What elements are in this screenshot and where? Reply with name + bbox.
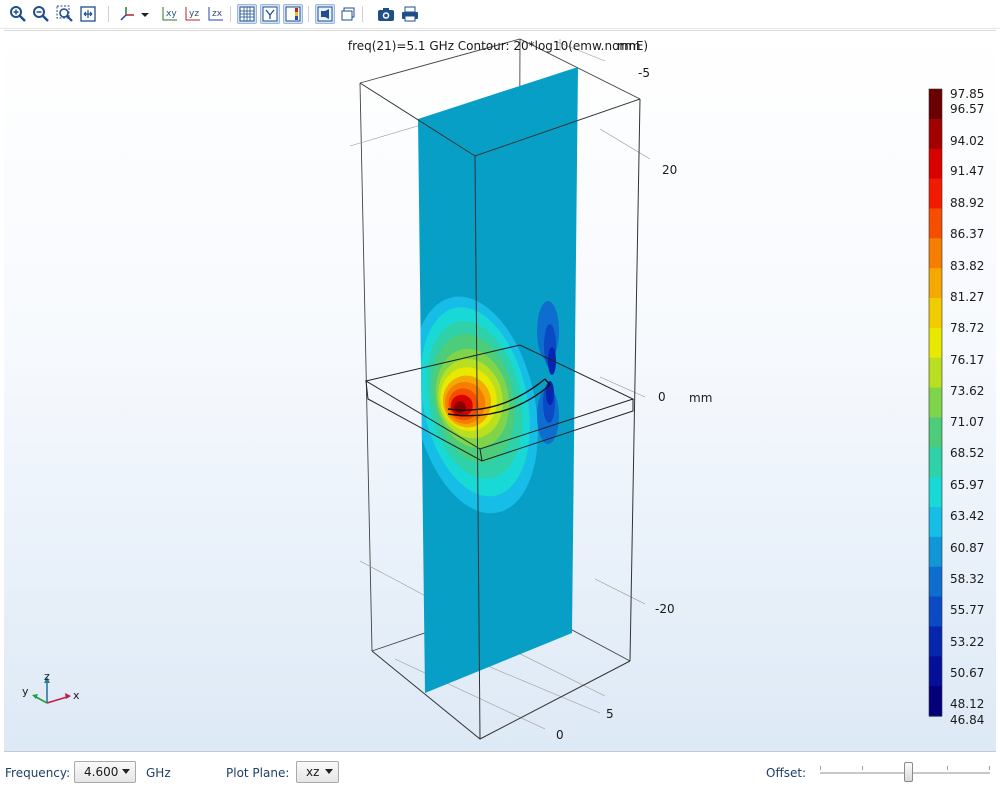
graphics-toolbar: xy yz zx — [0, 0, 1000, 29]
axis-unit-z: mm — [689, 391, 712, 405]
print-icon[interactable] — [400, 4, 420, 24]
plot-scene: freq(21)=5.1 GHz Contour: 20*log10(emw.n… — [22, 31, 984, 742]
colorbar-segment — [929, 208, 942, 239]
plot-title: freq(21)=5.1 GHz Contour: 20*log10(emw.n… — [348, 39, 648, 53]
colorbar-segment — [929, 566, 942, 598]
plot-plane-label: Plot Plane: — [226, 766, 290, 780]
axis-tick-x0: 0 — [556, 728, 564, 742]
frequency-label: Frequency: — [5, 766, 71, 780]
colorbar-tick-label: 76.17 — [950, 353, 984, 367]
offset-label: Offset: — [766, 766, 807, 780]
colorbar-segment — [929, 298, 942, 329]
chevron-down-icon — [325, 769, 333, 774]
show-legends-icon[interactable] — [283, 4, 303, 24]
triad-x-label: x — [73, 689, 80, 702]
zoom-box-icon[interactable] — [55, 4, 75, 24]
colorbar-tick-label: 96.57 — [950, 102, 984, 116]
colorbar-tick-label: 46.84 — [950, 713, 984, 727]
render-wireframe-icon[interactable] — [338, 4, 358, 24]
colorbar-segment — [929, 268, 942, 299]
show-grid-icon[interactable] — [237, 4, 257, 24]
colorbar-segment — [929, 596, 942, 628]
colorbar-tick-label: 48.12 — [950, 697, 984, 711]
colorbar-segment — [929, 148, 942, 180]
axis-unit-top: mm — [617, 39, 640, 53]
colorbar-tick-label: 94.02 — [950, 134, 984, 148]
colorbar-tick-label: 86.37 — [950, 227, 984, 241]
axis-tick-minus5: -5 — [638, 66, 650, 80]
colorbar-segment — [929, 686, 942, 717]
colorbar-segment — [929, 417, 942, 448]
colorbar-tick-label: 65.97 — [950, 478, 984, 492]
colorbar-tick-label: 50.67 — [950, 666, 984, 680]
colorbar-segment — [929, 447, 942, 478]
view-yz-icon[interactable]: yz — [183, 4, 203, 24]
view-xy-icon[interactable]: xy — [160, 4, 180, 24]
frequency-unit: GHz — [146, 766, 171, 780]
colorbar-tick-label: 58.32 — [950, 572, 984, 586]
svg-text:zx: zx — [212, 9, 223, 19]
frequency-select[interactable]: 4.600 — [74, 761, 136, 783]
axis-tick-minus20: -20 — [655, 602, 675, 616]
plot-plane-select[interactable]: xz — [296, 761, 339, 783]
colorbar-segment — [929, 238, 942, 269]
axis-tick-0: 0 — [658, 390, 666, 404]
colorbar-segment — [929, 357, 942, 389]
plot-plane-value: xz — [306, 765, 320, 779]
colorbar-segment — [929, 387, 942, 419]
axis-orientation-icon[interactable] — [116, 4, 152, 24]
colorbar-segment — [929, 536, 942, 568]
graphics-window[interactable]: freq(21)=5.1 GHz Contour: 20*log10(emw.n… — [4, 30, 996, 752]
svg-text:yz: yz — [189, 9, 199, 19]
zoom-in-icon[interactable] — [8, 4, 28, 24]
axis-tick-x5: 5 — [606, 707, 614, 721]
triad-z-label: z — [44, 670, 50, 683]
headlight-icon[interactable] — [315, 4, 335, 24]
colorbar-tick-label: 97.85 — [950, 87, 984, 101]
colorbar-tick-label: 91.47 — [950, 164, 984, 178]
colorbar-tick-label: 53.22 — [950, 635, 984, 649]
settings-bar: Frequency: 4.600 GHz Plot Plane: xz Offs… — [0, 752, 1000, 790]
colorbar-tick-label: 81.27 — [950, 290, 984, 304]
zoom-extents-icon[interactable] — [78, 4, 98, 24]
colorbar-tick-label: 60.87 — [950, 541, 984, 555]
zoom-out-icon[interactable] — [31, 4, 51, 24]
colorbar-tick-label: 73.62 — [950, 384, 984, 398]
colorbar-segment — [929, 89, 942, 120]
colorbar-tick-label: 88.92 — [950, 196, 984, 210]
colorbar-segment — [929, 118, 942, 150]
triad-y-label: y — [22, 685, 29, 698]
colorbar-tick-label: 55.77 — [950, 603, 984, 617]
offset-slider-thumb[interactable] — [903, 762, 913, 782]
colorbar-tick-label: 71.07 — [950, 415, 984, 429]
colorbar-tick-label: 83.82 — [950, 259, 984, 273]
chevron-down-icon — [122, 769, 130, 774]
colorbar-segment — [929, 626, 942, 657]
field-slice-plane — [418, 67, 578, 693]
colorbar-tick-label: 63.42 — [950, 509, 984, 523]
colorbar-segment — [929, 507, 942, 538]
view-zx-icon[interactable]: zx — [206, 4, 226, 24]
show-axis-icon[interactable] — [260, 4, 280, 24]
camera-icon[interactable] — [376, 4, 396, 24]
svg-text:xy: xy — [166, 9, 177, 19]
colorbar-segment — [929, 477, 942, 508]
colorbar-segment — [929, 178, 942, 210]
frequency-value: 4.600 — [84, 765, 119, 779]
axis-triad: z x y — [22, 670, 80, 704]
colorbar-tick-label: 78.72 — [950, 321, 984, 335]
colorbar-segment — [929, 656, 942, 687]
colorbar-tick-label: 68.52 — [950, 446, 984, 460]
colorbar-segment — [929, 327, 942, 359]
color-legend: 97.8596.57 94.02 91.47 88.92 86.37 83.82 81.27… — [928, 87, 984, 727]
axis-tick-top: 5 — [556, 31, 564, 34]
axis-tick-20: 20 — [662, 163, 677, 177]
